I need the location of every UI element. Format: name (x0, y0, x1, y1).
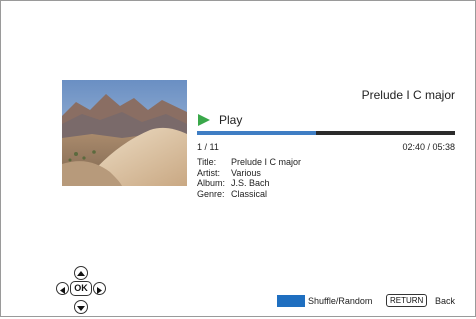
blue-key[interactable] (277, 295, 305, 307)
playback-progress-bar (197, 131, 455, 135)
info-row-genre: Genre: Classical (197, 189, 301, 200)
time-readout: 02:40 / 05:38 (402, 142, 455, 152)
info-key-album: Album: (197, 178, 226, 188)
info-row-title: Title: Prelude I C major (197, 157, 301, 168)
navigation-dpad: OK (56, 266, 106, 316)
shuffle-random-label: Shuffle/Random (308, 296, 373, 306)
playback-progress-fill (197, 131, 316, 135)
up-arrow-icon (77, 271, 85, 276)
return-key[interactable]: RETURN (386, 294, 428, 307)
info-value-title: Prelude I C major (231, 157, 302, 167)
down-key[interactable] (74, 300, 88, 314)
desert-dunes-image (62, 80, 187, 186)
info-value-artist: Various (231, 167, 261, 178)
left-key[interactable] (56, 282, 69, 295)
down-arrow-icon (77, 306, 85, 311)
back-label: Back (435, 296, 456, 306)
info-row-artist: Artist: Various (197, 168, 301, 179)
playback-status: Play (197, 112, 242, 128)
track-counter: 1 / 11 (197, 142, 219, 152)
playback-status-label: Play (219, 113, 243, 127)
album-artwork (62, 80, 187, 186)
track-info: Title: Prelude I C major Artist: Various… (197, 157, 301, 199)
info-row-album: Album: J.S. Bach (197, 178, 301, 189)
info-key-genre: Genre: (197, 188, 225, 199)
track-title: Prelude I C major (361, 88, 455, 102)
right-key[interactable] (93, 282, 106, 295)
info-key-artist: Artist: (197, 167, 221, 178)
info-value-album: J.S. Bach (231, 178, 270, 188)
info-key-title: Title: (197, 157, 217, 167)
ok-key[interactable]: OK (70, 281, 92, 296)
up-key[interactable] (74, 266, 88, 280)
info-value-genre: Classical (231, 188, 268, 199)
right-arrow-icon (97, 287, 102, 294)
left-arrow-icon (60, 287, 65, 294)
play-icon (198, 114, 210, 126)
